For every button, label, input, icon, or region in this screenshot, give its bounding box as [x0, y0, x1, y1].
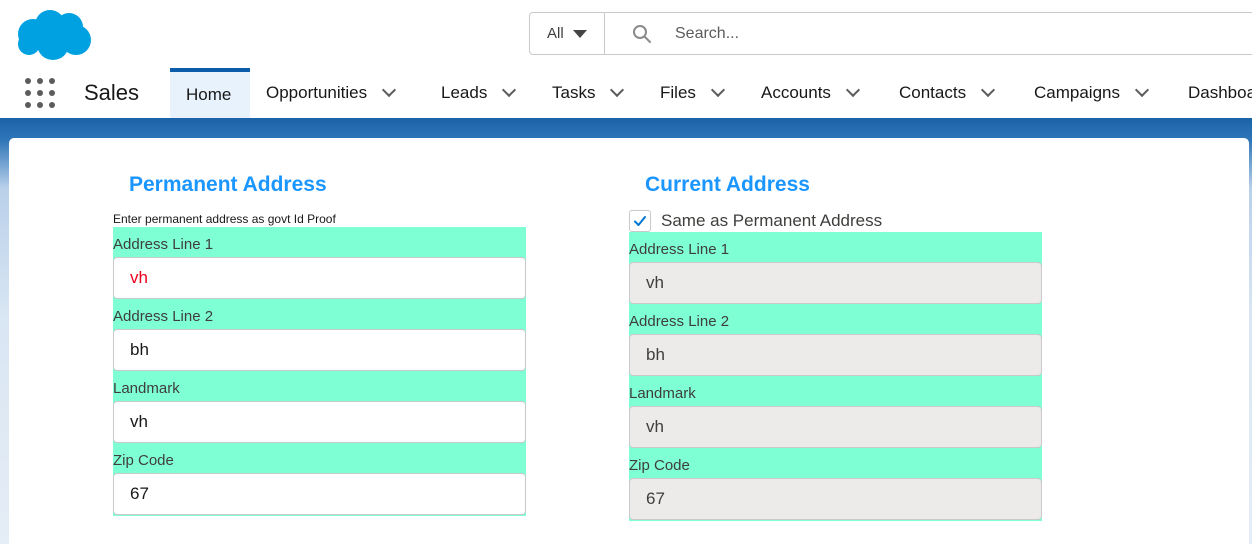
chevron-down-icon[interactable]: [710, 82, 725, 98]
field-label: Landmark: [629, 385, 696, 402]
search-scope-label: All: [547, 25, 564, 42]
tab-tasks[interactable]: Tasks: [552, 68, 625, 118]
current-address-line2-input: [629, 334, 1042, 376]
permanent-landmark-input[interactable]: [113, 401, 526, 443]
same-as-permanent-row: Same as Permanent Address: [629, 210, 882, 232]
tab-campaigns[interactable]: Campaigns: [1034, 68, 1150, 118]
tab-contacts[interactable]: Contacts: [899, 68, 996, 118]
tab-label: Contacts: [899, 83, 967, 102]
tab-accounts[interactable]: Accounts: [761, 68, 861, 118]
permanent-address-title: Permanent Address: [129, 173, 327, 196]
current-landmark-input: [629, 406, 1042, 448]
field-label: Zip Code: [113, 452, 174, 469]
tab-label: Home: [186, 85, 232, 104]
tab-label: Opportunities: [266, 83, 368, 102]
app-name: Sales: [84, 80, 140, 105]
current-zip-code-input: [629, 478, 1042, 520]
tab-label: Campaigns: [1034, 83, 1120, 102]
tab-leads[interactable]: Leads: [441, 68, 517, 118]
tab-label: Files: [660, 83, 696, 102]
tab-label: Leads: [441, 83, 488, 102]
permanent-address-hint: Enter permanent address as govt Id Proof: [113, 212, 336, 226]
field-label: Zip Code: [629, 457, 690, 474]
field-label: Landmark: [113, 380, 180, 397]
caret-down-icon: [572, 29, 587, 38]
tab-home[interactable]: Home: [170, 68, 250, 118]
chevron-down-icon[interactable]: [981, 82, 996, 98]
tab-label: Dashboa: [1188, 83, 1252, 102]
tab-label: Accounts: [761, 83, 831, 102]
field-label: Address Line 2: [629, 313, 730, 330]
tab-opportunities[interactable]: Opportunities: [266, 68, 397, 118]
permanent-address-line1-input[interactable]: [113, 257, 526, 299]
global-search: All: [529, 12, 1252, 55]
field-label: Address Line 1: [629, 241, 730, 258]
tab-label: Tasks: [552, 83, 596, 102]
current-address-line1-input: [629, 262, 1042, 304]
checkmark-icon: [634, 216, 646, 226]
app-launcher-icon[interactable]: [25, 78, 55, 108]
field-label: Address Line 2: [113, 308, 214, 325]
field-label: Address Line 1: [113, 236, 214, 253]
same-as-permanent-checkbox[interactable]: [629, 210, 651, 232]
current-address-form: Address Line 1 Address Line 2 Landmark Z…: [629, 232, 1042, 521]
current-address-title: Current Address: [645, 173, 810, 196]
tab-files[interactable]: Files: [660, 68, 725, 118]
same-as-permanent-label: Same as Permanent Address: [661, 211, 883, 230]
search-icon: [633, 25, 651, 43]
chevron-down-icon[interactable]: [610, 82, 625, 98]
permanent-address-form: Address Line 1 Address Line 2 Landmark Z…: [113, 227, 526, 516]
chevron-down-icon[interactable]: [382, 82, 397, 98]
permanent-zip-code-input[interactable]: [113, 473, 526, 515]
app-nav-bar: Sales Home Opportunities Leads Tasks Fil…: [0, 68, 1252, 118]
search-input[interactable]: [675, 21, 1175, 47]
global-header: All: [0, 0, 1252, 68]
salesforce-cloud-logo[interactable]: [13, 8, 93, 62]
chevron-down-icon[interactable]: [845, 82, 861, 98]
chevron-down-icon[interactable]: [502, 82, 517, 98]
chevron-down-icon[interactable]: [1134, 82, 1150, 98]
tab-dashboards[interactable]: Dashboa: [1188, 68, 1252, 118]
search-scope-dropdown[interactable]: All: [530, 13, 605, 54]
permanent-address-line2-input[interactable]: [113, 329, 526, 371]
